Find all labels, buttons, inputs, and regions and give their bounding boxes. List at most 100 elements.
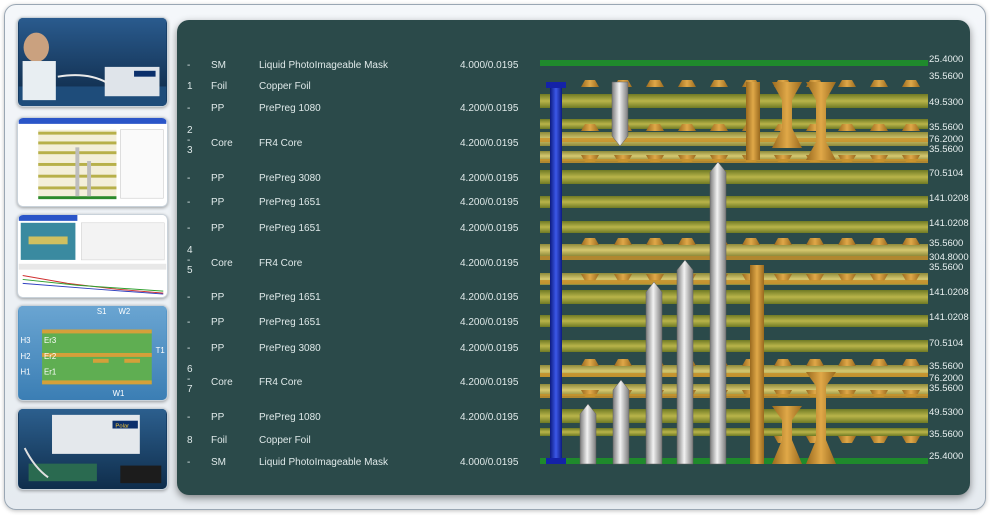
drill-via xyxy=(579,403,597,465)
layer-number: - xyxy=(187,60,191,71)
layer-type: PP xyxy=(211,197,225,208)
diagram-label-er2: Er2 xyxy=(44,352,56,361)
layer-number: - xyxy=(187,103,191,114)
layer-material: FR4 Core xyxy=(259,138,303,149)
drill-via xyxy=(612,379,630,465)
stackup-row: - PP PrePreg 1080 4.200/0.0195 xyxy=(177,102,537,116)
layer-type: PP xyxy=(211,173,225,184)
stackup-row: 4 - 5 Core FR4 Core 4.200/0.0195 xyxy=(177,246,537,276)
dielectric-band xyxy=(540,170,928,184)
layer-dielectric-spec: 4.000/0.0195 xyxy=(460,457,519,468)
copper-pad xyxy=(581,238,599,245)
copper-pad xyxy=(870,80,888,87)
layer-thickness-value: 141.0208 xyxy=(929,218,969,229)
thumbnail-calculator[interactable] xyxy=(17,214,168,298)
copper-pad xyxy=(678,80,696,87)
stackup-row: - PP PrePreg 1651 4.200/0.0195 xyxy=(177,291,537,305)
copper-pad xyxy=(902,436,920,443)
dielectric-band xyxy=(540,428,928,436)
thumbnail-device-photo[interactable]: Polar xyxy=(17,408,168,490)
lab-photo-image xyxy=(18,18,167,106)
layer-thickness-value: 35.5600 xyxy=(929,262,964,273)
stackup-row: 2 - 3 Core FR4 Core 4.200/0.0195 xyxy=(177,126,537,156)
solder-mask-top xyxy=(540,60,928,66)
layer-type: Core xyxy=(211,377,233,388)
dielectric-band xyxy=(540,340,928,352)
through-via-cap xyxy=(546,458,566,464)
layer-material: PrePreg 1080 xyxy=(259,412,321,423)
copper-pad xyxy=(902,238,920,245)
copper-pad xyxy=(870,359,888,366)
layer-type: PP xyxy=(211,343,225,354)
layer-number: - xyxy=(187,223,191,234)
copper-pad xyxy=(870,238,888,245)
copper-plane xyxy=(540,373,928,377)
stackup-row: - SM Liquid PhotoImageable Mask 4.000/0.019… xyxy=(177,59,537,73)
copper-pad xyxy=(870,436,888,443)
layer-type: PP xyxy=(211,317,225,328)
layer-thickness-value: 35.5600 xyxy=(929,361,964,372)
thumbnail-stackup-drawing[interactable] xyxy=(17,117,168,207)
layer-dielectric-spec: 4.200/0.0195 xyxy=(460,103,519,114)
through-via xyxy=(550,82,562,464)
stackup-row: - PP PrePreg 1651 4.200/0.0195 xyxy=(177,316,537,330)
layer-dielectric-spec: 4.200/0.0195 xyxy=(460,317,519,328)
layer-dielectric-spec: 4.200/0.0195 xyxy=(460,223,519,234)
layer-type: Foil xyxy=(211,81,228,92)
layer-type: SM xyxy=(211,60,226,71)
layer-material: PrePreg 1651 xyxy=(259,317,321,328)
copper-pad xyxy=(581,359,599,366)
layer-thickness-value: 35.5600 xyxy=(929,238,964,249)
copper-plane xyxy=(540,138,928,142)
layer-type: Core xyxy=(211,138,233,149)
layer-number: - xyxy=(187,197,191,208)
layer-number: - xyxy=(187,292,191,303)
dielectric-band xyxy=(540,94,928,108)
layer-thickness-value: 35.5600 xyxy=(929,383,964,394)
layer-material: Liquid PhotoImageable Mask xyxy=(259,457,388,468)
layer-thickness-value: 25.4000 xyxy=(929,451,964,462)
stackup-row: 8 Foil Copper Foil xyxy=(177,434,537,448)
thumbnail-lab-photo[interactable] xyxy=(17,17,168,107)
layer-material: PrePreg 3080 xyxy=(259,173,321,184)
layer-dielectric-spec: 4.200/0.0195 xyxy=(460,258,519,269)
layer-material: FR4 Core xyxy=(259,258,303,269)
dielectric-band xyxy=(540,409,928,423)
layer-thickness-value: 49.5300 xyxy=(929,407,964,418)
dielectric-band xyxy=(540,119,928,129)
layer-dielectric-spec: 4.000/0.0195 xyxy=(460,60,519,71)
copper-plane xyxy=(540,394,928,398)
layer-material: PrePreg 1651 xyxy=(259,197,321,208)
copper-pad xyxy=(838,80,856,87)
stackup-row: 6 - 7 Core FR4 Core 4.200/0.0195 xyxy=(177,365,537,395)
layer-thickness-value: 141.0208 xyxy=(929,287,969,298)
copper-pad xyxy=(742,238,760,245)
layer-thickness-value: 141.0208 xyxy=(929,193,969,204)
copper-pad xyxy=(581,80,599,87)
thumbnail-impedance-diagram[interactable]: S1 W2 H3 Er3 H2 Er2 H1 Er1 T1 W1 xyxy=(17,305,168,401)
layer-number: 6 - 7 xyxy=(187,364,193,395)
copper-pad xyxy=(838,238,856,245)
copper-pad xyxy=(806,238,824,245)
stackup-panel: - SM Liquid PhotoImageable Mask 4.000/0.019… xyxy=(177,20,970,495)
stackup-row: - PP PrePreg 1080 4.200/0.0195 xyxy=(177,411,537,425)
impedance-diagram-image: S1 W2 H3 Er3 H2 Er2 H1 Er1 T1 W1 xyxy=(18,306,167,400)
copper-pad xyxy=(838,436,856,443)
copper-pad xyxy=(646,238,664,245)
copper-pad xyxy=(710,80,728,87)
layer-dielectric-spec: 4.200/0.0195 xyxy=(460,197,519,208)
copper-pad xyxy=(806,359,824,366)
stackup-row: - PP PrePreg 3080 4.200/0.0195 xyxy=(177,172,537,186)
stackup-drawing-image xyxy=(18,118,167,206)
layer-material: PrePreg 1651 xyxy=(259,292,321,303)
layer-thickness-value: 70.5104 xyxy=(929,338,964,349)
copper-pad xyxy=(902,80,920,87)
layer-thickness-value: 35.5600 xyxy=(929,122,964,133)
stackup-cross-section xyxy=(540,60,928,465)
layer-number: - xyxy=(187,343,191,354)
diagram-label-w1: W1 xyxy=(113,389,125,398)
device-photo-image: Polar xyxy=(18,409,167,489)
through-via-cap xyxy=(546,82,566,88)
layer-material: PrePreg 1651 xyxy=(259,223,321,234)
layer-material: FR4 Core xyxy=(259,377,303,388)
